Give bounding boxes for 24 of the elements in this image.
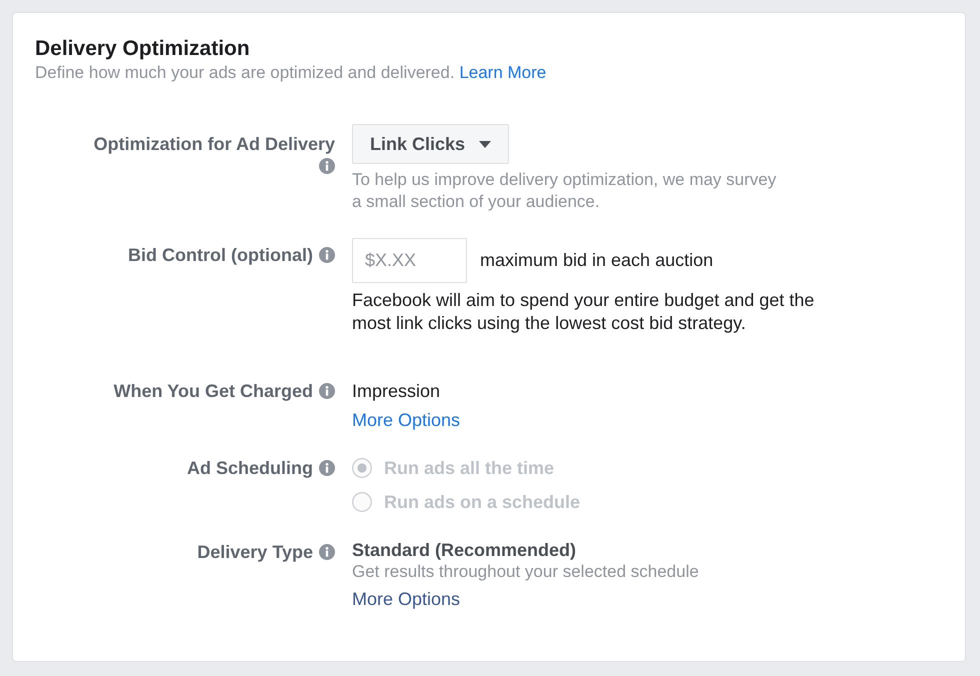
bid-input[interactable]: $X.XX [352, 238, 467, 283]
info-icon[interactable] [319, 544, 335, 560]
info-icon[interactable] [319, 158, 335, 174]
info-icon[interactable] [319, 383, 335, 399]
dropdown-button[interactable]: Link Clicks [352, 124, 510, 164]
field-label: Ad Scheduling [187, 458, 313, 478]
section-title: Delivery Optimization [35, 37, 251, 61]
field-label: Bid Control (optional) [128, 245, 313, 265]
bid-note: Facebook will aim to spend your entire budget and get the most link clicks using the lowest cost bid strategy. [352, 289, 816, 335]
help-text: To help us improve delivery optimization, we may survey a small section of your audience. [352, 169, 778, 213]
field-value: Impression [352, 380, 442, 402]
field-label: Delivery Type [197, 542, 313, 562]
option-title: Standard (Recommended) [352, 539, 578, 561]
field-label: Optimization for Ad Delivery [94, 134, 335, 154]
field-label: When You Get Charged [114, 381, 313, 401]
info-icon[interactable] [319, 460, 335, 476]
more-options-link[interactable]: More Options [352, 410, 460, 430]
caret-icon [479, 140, 492, 148]
section-description: Define how much your ads are optimized and delivered. Learn More [35, 62, 548, 84]
input-suffix: maximum bid in each auction [480, 250, 714, 271]
more-options-link[interactable]: More Options [352, 589, 460, 609]
learn-more-link[interactable]: Learn More [459, 63, 546, 82]
info-icon[interactable] [319, 247, 335, 263]
option-description: Get results throughout your selected schedule [352, 561, 700, 583]
